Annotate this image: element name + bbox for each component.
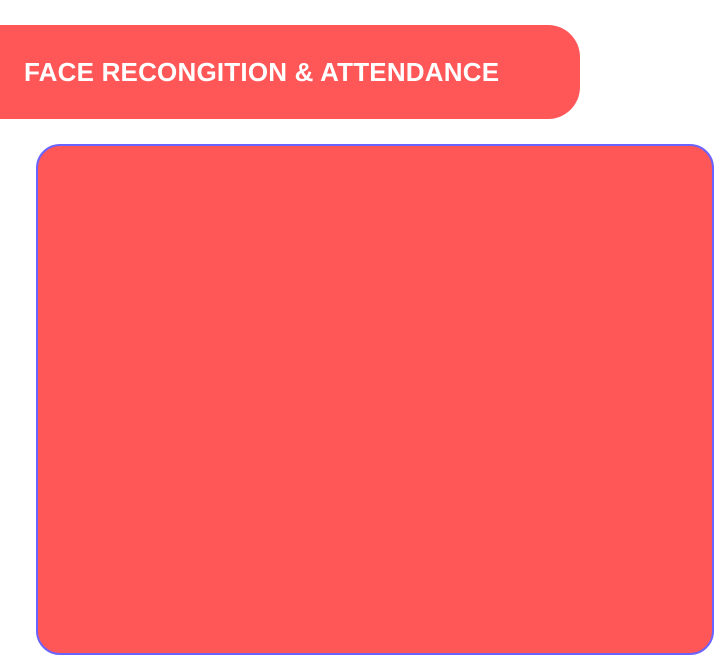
camera-feed-panel bbox=[36, 144, 714, 655]
title-banner: FACE RECONGITION & ATTENDANCE bbox=[0, 25, 580, 119]
app-title: FACE RECONGITION & ATTENDANCE bbox=[24, 56, 500, 87]
